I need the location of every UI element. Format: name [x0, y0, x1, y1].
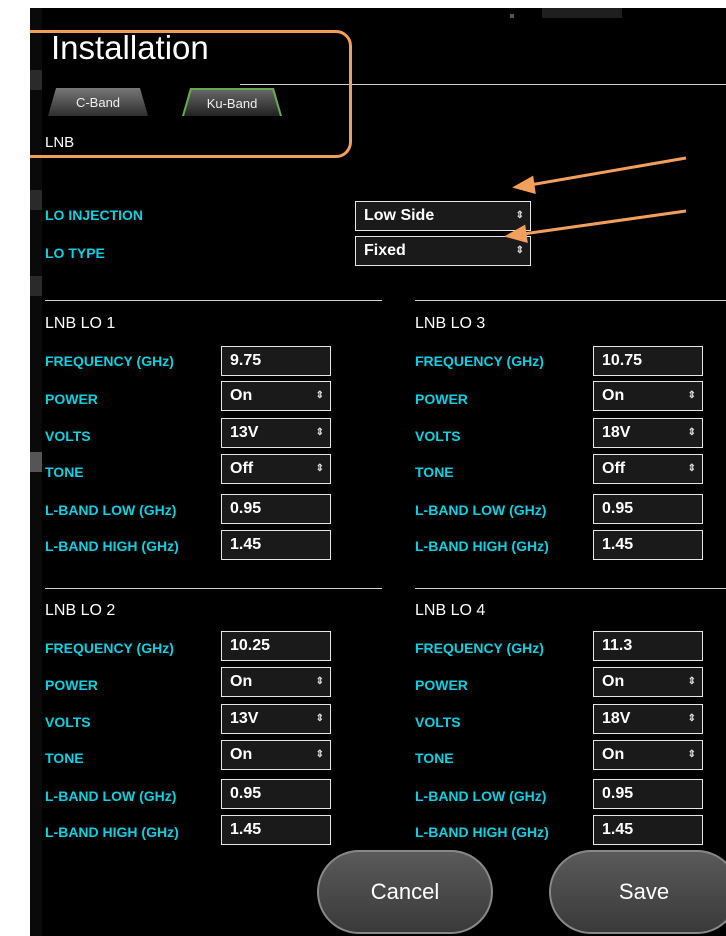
annotation-arrow [522, 209, 687, 236]
annotation-arrowhead [512, 175, 536, 195]
annotation-arrows [504, 156, 687, 244]
annotation-arrowhead [504, 224, 528, 244]
annotation-arrow [529, 156, 687, 187]
installation-window: Installation C-Band Ku-Band LNB LO INJEC… [30, 8, 726, 936]
